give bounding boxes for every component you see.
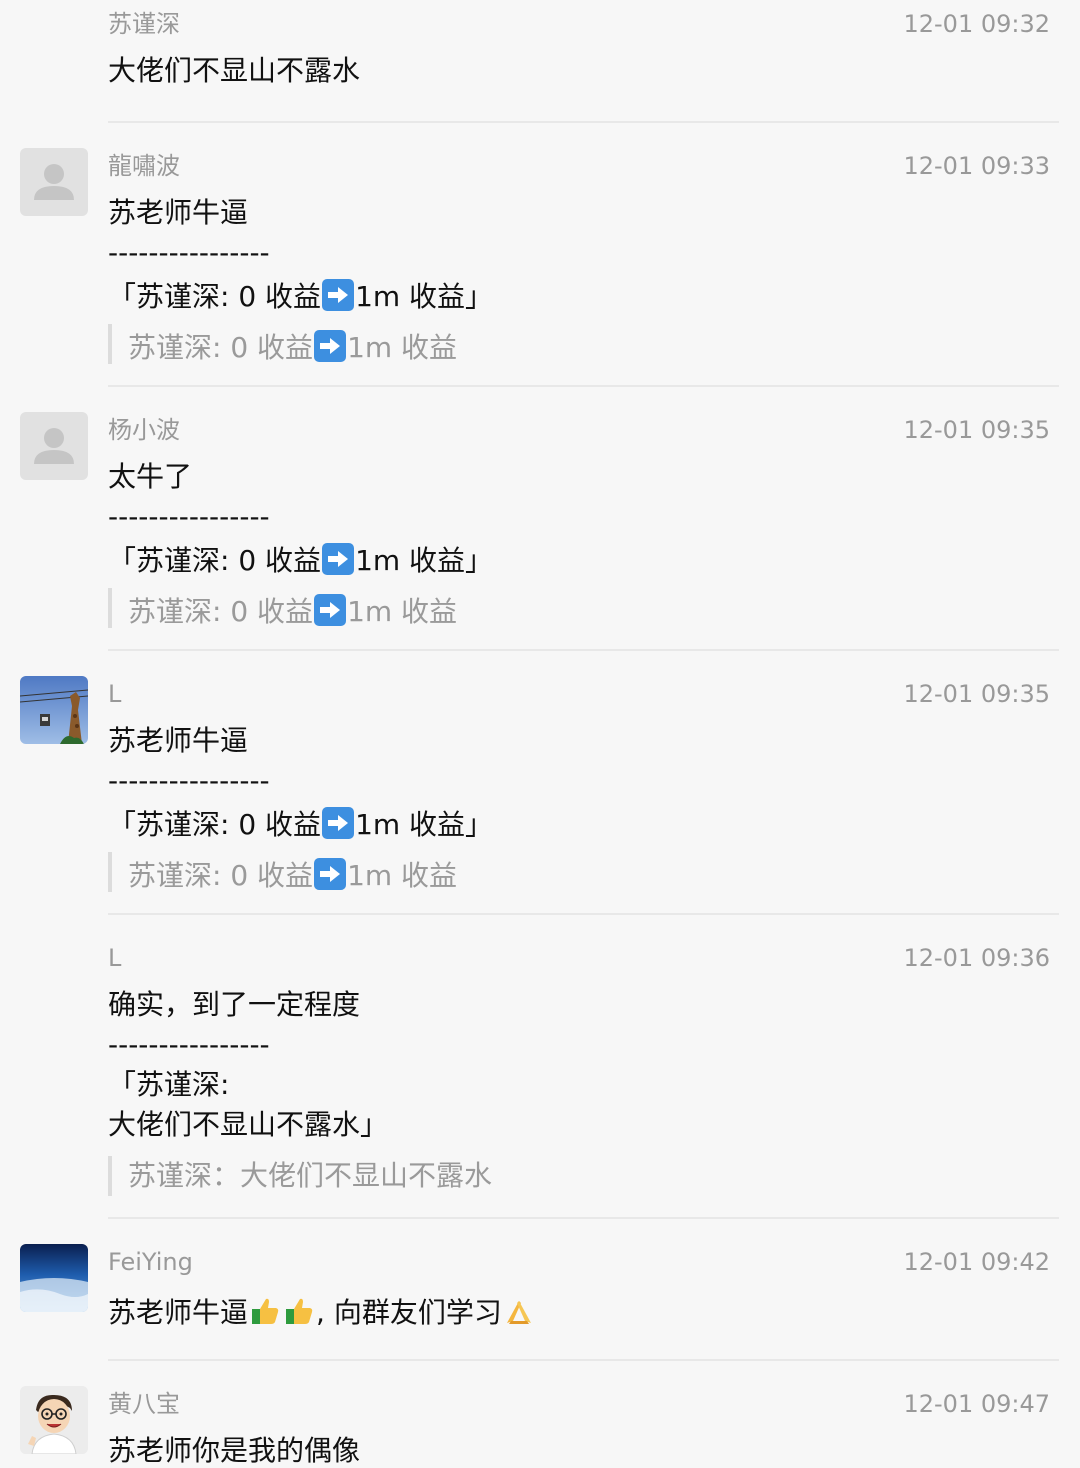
message-time: 12-01 09:47 — [903, 1390, 1050, 1418]
message-text: 太牛了 — [108, 460, 193, 493]
quote-post: 1m 收益 — [347, 331, 458, 364]
message-item: 苏谨深 12-01 09:32 大佬们不显山不露水 — [0, 0, 1080, 124]
right-arrow-icon — [314, 330, 347, 362]
message-text: 大佬们不显山不露水 — [108, 54, 361, 87]
avatar[interactable] — [20, 676, 88, 744]
message-text: 苏老师牛逼 — [108, 196, 249, 229]
quoted-content: 「苏谨深: 0 收益 1m 收益」 — [108, 807, 493, 839]
message-text-post: , 向群友们学习 — [316, 1296, 502, 1329]
avatar[interactable] — [20, 148, 88, 216]
quoted-pre: 「苏谨深: 0 收益 — [108, 544, 322, 577]
divider — [108, 1359, 1059, 1361]
giraffe-cable-car-photo — [20, 676, 88, 744]
default-person-icon — [34, 428, 74, 464]
quote-block[interactable]: 苏谨深: 0 收益 1m 收益 — [128, 858, 457, 890]
right-arrow-icon — [314, 858, 347, 890]
folded-hands-icon — [506, 1301, 531, 1324]
divider — [108, 121, 1059, 123]
quoted-post: 1m 收益」 — [355, 808, 494, 841]
avatar[interactable] — [20, 1244, 88, 1312]
sky-earth-photo — [20, 1244, 88, 1312]
quote-block[interactable]: 苏谨深: 0 收益 1m 收益 — [128, 330, 457, 362]
message-text: 苏老师牛逼 — [108, 724, 249, 757]
message-time: 12-01 09:36 — [903, 944, 1050, 972]
message-time: 12-01 09:35 — [903, 416, 1050, 444]
quoted-content: 「苏谨深: 0 收益 1m 收益」 — [108, 279, 493, 311]
message-text: 确实，到了一定程度 — [108, 988, 361, 1021]
sender-name[interactable]: L — [108, 946, 121, 970]
default-person-icon — [34, 164, 74, 200]
quote-block[interactable]: 苏谨深: 0 收益 1m 收益 — [128, 594, 457, 626]
quoted-pre: 「苏谨深: 0 收益 — [108, 808, 322, 841]
divider — [108, 913, 1059, 915]
avatar[interactable] — [20, 1386, 88, 1454]
quote-separator: ---------------- — [108, 1028, 270, 1061]
quoted-pre: 「苏谨深: 0 收益 — [108, 280, 322, 313]
right-arrow-icon — [314, 594, 347, 626]
divider — [108, 1217, 1059, 1219]
message-text-pre: 苏老师牛逼 — [108, 1296, 249, 1329]
quote-bar — [108, 588, 112, 628]
right-arrow-icon — [322, 543, 355, 575]
cartoon-man-with-glasses — [20, 1386, 88, 1454]
divider — [108, 649, 1059, 651]
quote-pre: 苏谨深: 0 收益 — [128, 331, 314, 364]
quote-separator: ---------------- — [108, 500, 270, 533]
sender-name[interactable]: FeiYing — [108, 1250, 193, 1274]
quote-post: 1m 收益 — [347, 595, 458, 628]
quote-separator: ---------------- — [108, 236, 270, 269]
quote-post: 1m 收益 — [347, 859, 458, 892]
quote-bar — [108, 852, 112, 892]
quote-bar — [108, 324, 112, 364]
quote-bar — [108, 1156, 112, 1196]
quoted-content: 「苏谨深: 0 收益 1m 收益」 — [108, 543, 493, 575]
message-text: 苏老师你是我的偶像 — [108, 1434, 361, 1467]
message-text: 苏老师牛逼 , 向群友们学习 — [108, 1295, 536, 1327]
avatar[interactable] — [20, 412, 88, 480]
quoted-line-2: 大佬们不显山不露水」 — [108, 1108, 389, 1141]
quoted-post: 1m 收益」 — [355, 544, 494, 577]
quote-pre: 苏谨深: 0 收益 — [128, 595, 314, 628]
sender-name[interactable]: 苏谨深 — [108, 12, 180, 36]
quote-separator: ---------------- — [108, 764, 270, 797]
message-time: 12-01 09:32 — [903, 10, 1050, 38]
message-time: 12-01 09:33 — [903, 152, 1050, 180]
sender-name[interactable]: 杨小波 — [108, 418, 180, 442]
thumbs-up-icon — [252, 1298, 279, 1324]
thumbs-up-icon — [286, 1298, 313, 1324]
quoted-post: 1m 收益」 — [355, 280, 494, 313]
message-time: 12-01 09:42 — [903, 1248, 1050, 1276]
sender-name[interactable]: L — [108, 682, 121, 706]
quoted-line-1: 「苏谨深: — [108, 1068, 230, 1101]
right-arrow-icon — [322, 279, 355, 311]
divider — [108, 385, 1059, 387]
right-arrow-icon — [322, 807, 355, 839]
quote-pre: 苏谨深: 0 收益 — [128, 859, 314, 892]
sender-name[interactable]: 黄八宝 — [108, 1392, 180, 1416]
message-time: 12-01 09:35 — [903, 680, 1050, 708]
quote-block[interactable]: 苏谨深：大佬们不显山不露水 — [128, 1162, 492, 1190]
sender-name[interactable]: 龍嘯波 — [108, 154, 180, 178]
